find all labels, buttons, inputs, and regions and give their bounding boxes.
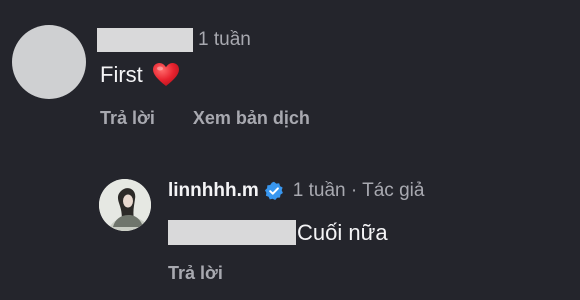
see-translation-button[interactable]: Xem bản dịch	[193, 108, 310, 128]
comment-body: First	[100, 62, 143, 87]
avatar[interactable]	[12, 25, 86, 99]
heart-icon	[152, 62, 180, 88]
comment: 1 tuần First Trả lời Xem bản dịch	[0, 0, 580, 145]
reply-meta: 1 tuần · Tác giả	[292, 180, 425, 201]
reply-button[interactable]: Trả lời	[100, 108, 155, 128]
reply-header: linnhhh.m 1 tuần · Tác giả	[168, 180, 424, 202]
comment-actions: Trả lời Xem bản dịch	[100, 108, 310, 129]
comment-text: First	[100, 62, 180, 88]
verified-badge-icon	[264, 181, 284, 201]
redacted-username	[97, 28, 193, 52]
reply-reply-button[interactable]: Trả lời	[168, 263, 223, 284]
author-username[interactable]: linnhhh.m	[168, 180, 259, 202]
reply-avatar[interactable]	[99, 179, 151, 231]
reply-body: Cuối nữa	[297, 220, 388, 245]
reply-comment: linnhhh.m 1 tuần · Tác giả Cuối nữa Trả …	[0, 165, 580, 300]
comment-time: 1 tuần	[198, 29, 251, 50]
redacted-mention	[168, 220, 296, 245]
